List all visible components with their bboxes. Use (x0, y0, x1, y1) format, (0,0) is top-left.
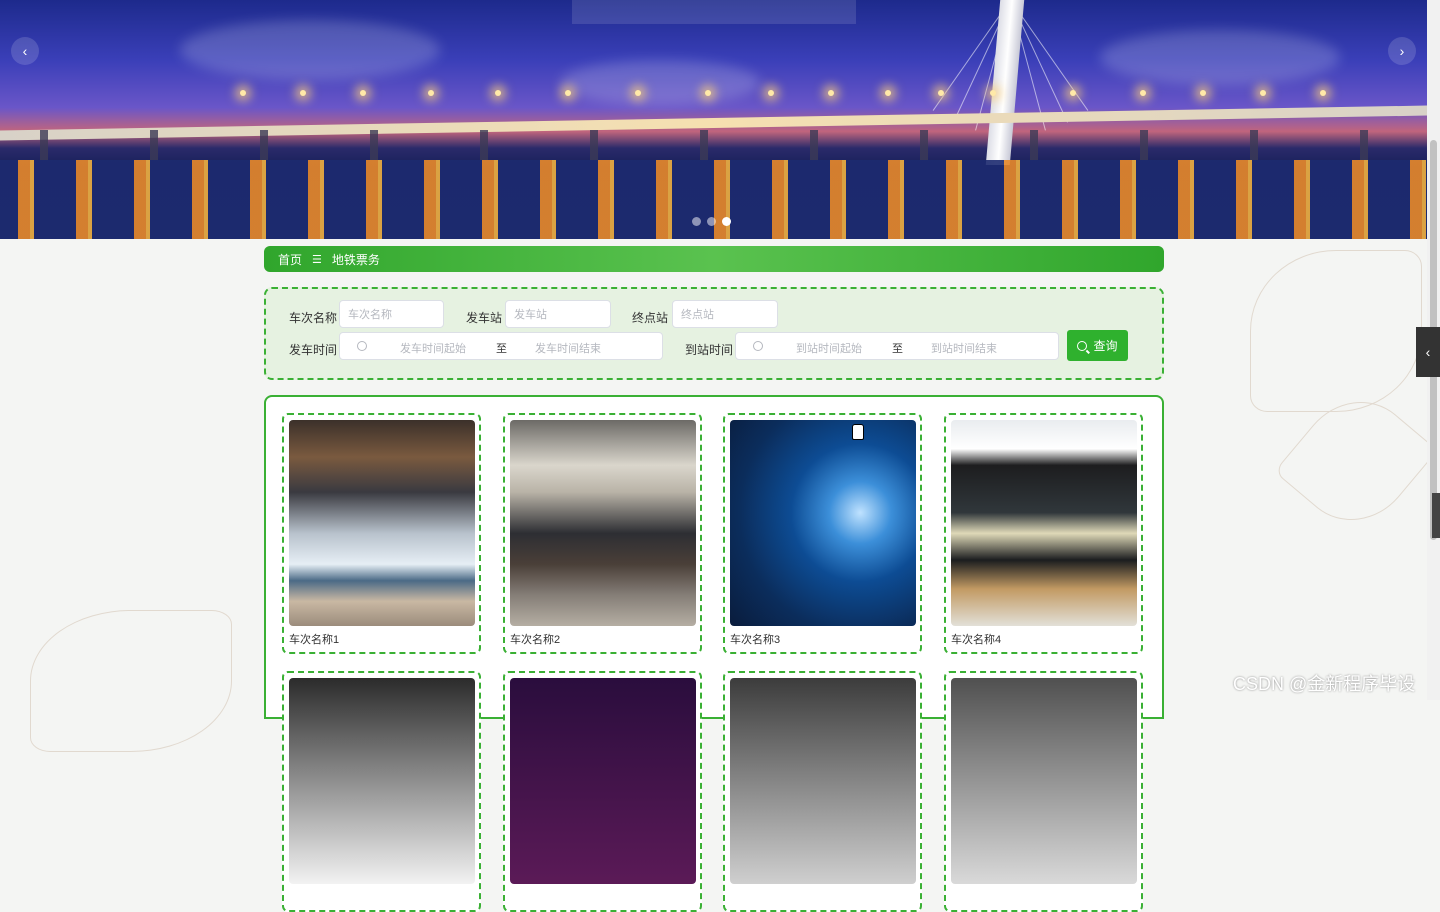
breadcrumb: 首页 ☰ 地铁票务 (264, 246, 1164, 272)
train-name[interactable]: 车次名称2 (510, 631, 560, 647)
train-name[interactable]: 车次名称3 (730, 631, 780, 647)
mouse-pointer-icon (852, 424, 864, 440)
train-card[interactable] (723, 671, 922, 912)
train-image[interactable] (730, 678, 916, 884)
train-list-panel: 车次名称1 车次名称2 车次名称3 车次名称4 (264, 395, 1164, 912)
clock-icon (753, 341, 763, 351)
chevron-right-icon: › (1399, 43, 1405, 59)
banner-prev-button[interactable]: ‹ (11, 37, 39, 65)
street-lamp (300, 90, 306, 96)
bridge-piers (0, 130, 1427, 160)
banner-dot-3[interactable] (722, 217, 731, 226)
departure-time-range[interactable]: 发车时间起始 至 发车时间结束 (339, 332, 663, 360)
street-lamp (885, 90, 891, 96)
street-lamp (990, 90, 996, 96)
banner-cloud (560, 60, 760, 105)
street-lamp (768, 90, 774, 96)
street-lamp (1260, 90, 1266, 96)
flower-decoration (30, 610, 232, 752)
banner-cloud (180, 20, 440, 80)
banner-dot-2[interactable] (707, 217, 716, 226)
train-image[interactable] (730, 420, 916, 626)
street-lamp (428, 90, 434, 96)
train-card[interactable]: 车次名称3 (723, 413, 922, 654)
search-panel: 车次名称 车次名称 发车站 发车站 终点站 终点站 发车时间 发车时间起始 至 … (264, 287, 1164, 380)
breadcrumb-current: 地铁票务 (331, 252, 380, 267)
street-lamp (1200, 90, 1206, 96)
street-lamp (240, 90, 246, 96)
street-lamp (938, 90, 944, 96)
street-lamp (1320, 90, 1326, 96)
departure-time-label: 发车时间 (289, 343, 338, 357)
train-image[interactable] (510, 420, 696, 626)
street-lamp (828, 90, 834, 96)
street-lamp (1140, 90, 1146, 96)
train-image[interactable] (510, 678, 696, 884)
departure-time-to: 至 (496, 343, 507, 355)
terminal-station-input[interactable]: 终点站 (672, 300, 778, 328)
search-icon (1077, 340, 1088, 351)
train-image[interactable] (951, 420, 1137, 626)
flower-decoration (1250, 250, 1422, 412)
breadcrumb-home[interactable]: 首页 (278, 251, 302, 268)
train-name[interactable]: 车次名称1 (289, 631, 339, 647)
street-lamp (705, 90, 711, 96)
arrival-time-to: 至 (892, 343, 903, 355)
banner-top-strip (572, 0, 856, 24)
water-reflection (0, 160, 1427, 239)
banner-dot-1[interactable] (692, 217, 701, 226)
street-lamp (1070, 90, 1076, 96)
train-image[interactable] (951, 678, 1137, 884)
banner-indicators (692, 217, 731, 226)
street-lamp (565, 90, 571, 96)
train-card[interactable]: 车次名称2 (503, 413, 702, 654)
departure-station-label: 发车站 (466, 311, 503, 325)
street-lamp (635, 90, 641, 96)
arrival-time-start[interactable]: 到站时间起始 (796, 340, 862, 356)
query-button-label: 查询 (1093, 339, 1118, 353)
chevron-left-icon: ‹ (1425, 344, 1431, 360)
departure-station-input[interactable]: 发车站 (505, 300, 611, 328)
train-card[interactable] (282, 671, 481, 912)
train-card[interactable]: 车次名称1 (282, 413, 481, 654)
side-handle[interactable] (1432, 493, 1440, 538)
arrival-time-range[interactable]: 到站时间起始 至 到站时间结束 (735, 332, 1059, 360)
query-button[interactable]: 查询 (1067, 330, 1128, 361)
departure-time-start[interactable]: 发车时间起始 (400, 340, 466, 356)
train-image[interactable] (289, 420, 475, 626)
chevron-left-icon: ‹ (22, 43, 28, 59)
train-name[interactable]: 车次名称4 (951, 631, 1001, 647)
street-lamp (360, 90, 366, 96)
banner-cloud (1100, 30, 1340, 85)
train-name-label: 车次名称 (289, 311, 338, 325)
train-card[interactable] (944, 671, 1143, 912)
watermark: CSDN @金新程序毕设 (1233, 674, 1416, 694)
train-image[interactable] (289, 678, 475, 884)
terminal-station-label: 终点站 (632, 311, 669, 325)
banner-next-button[interactable]: › (1388, 37, 1416, 65)
menu-icon: ☰ (312, 253, 322, 266)
departure-time-end[interactable]: 发车时间结束 (535, 340, 601, 356)
train-card[interactable] (503, 671, 702, 912)
street-lamp (495, 90, 501, 96)
hero-banner: ‹ › (0, 0, 1427, 239)
clock-icon (357, 341, 367, 351)
arrival-time-label: 到站时间 (685, 343, 734, 357)
arrival-time-end[interactable]: 到站时间结束 (931, 340, 997, 356)
train-card[interactable]: 车次名称4 (944, 413, 1143, 654)
side-panel-toggle[interactable]: ‹ (1416, 327, 1440, 377)
train-name-input[interactable]: 车次名称 (339, 300, 444, 328)
